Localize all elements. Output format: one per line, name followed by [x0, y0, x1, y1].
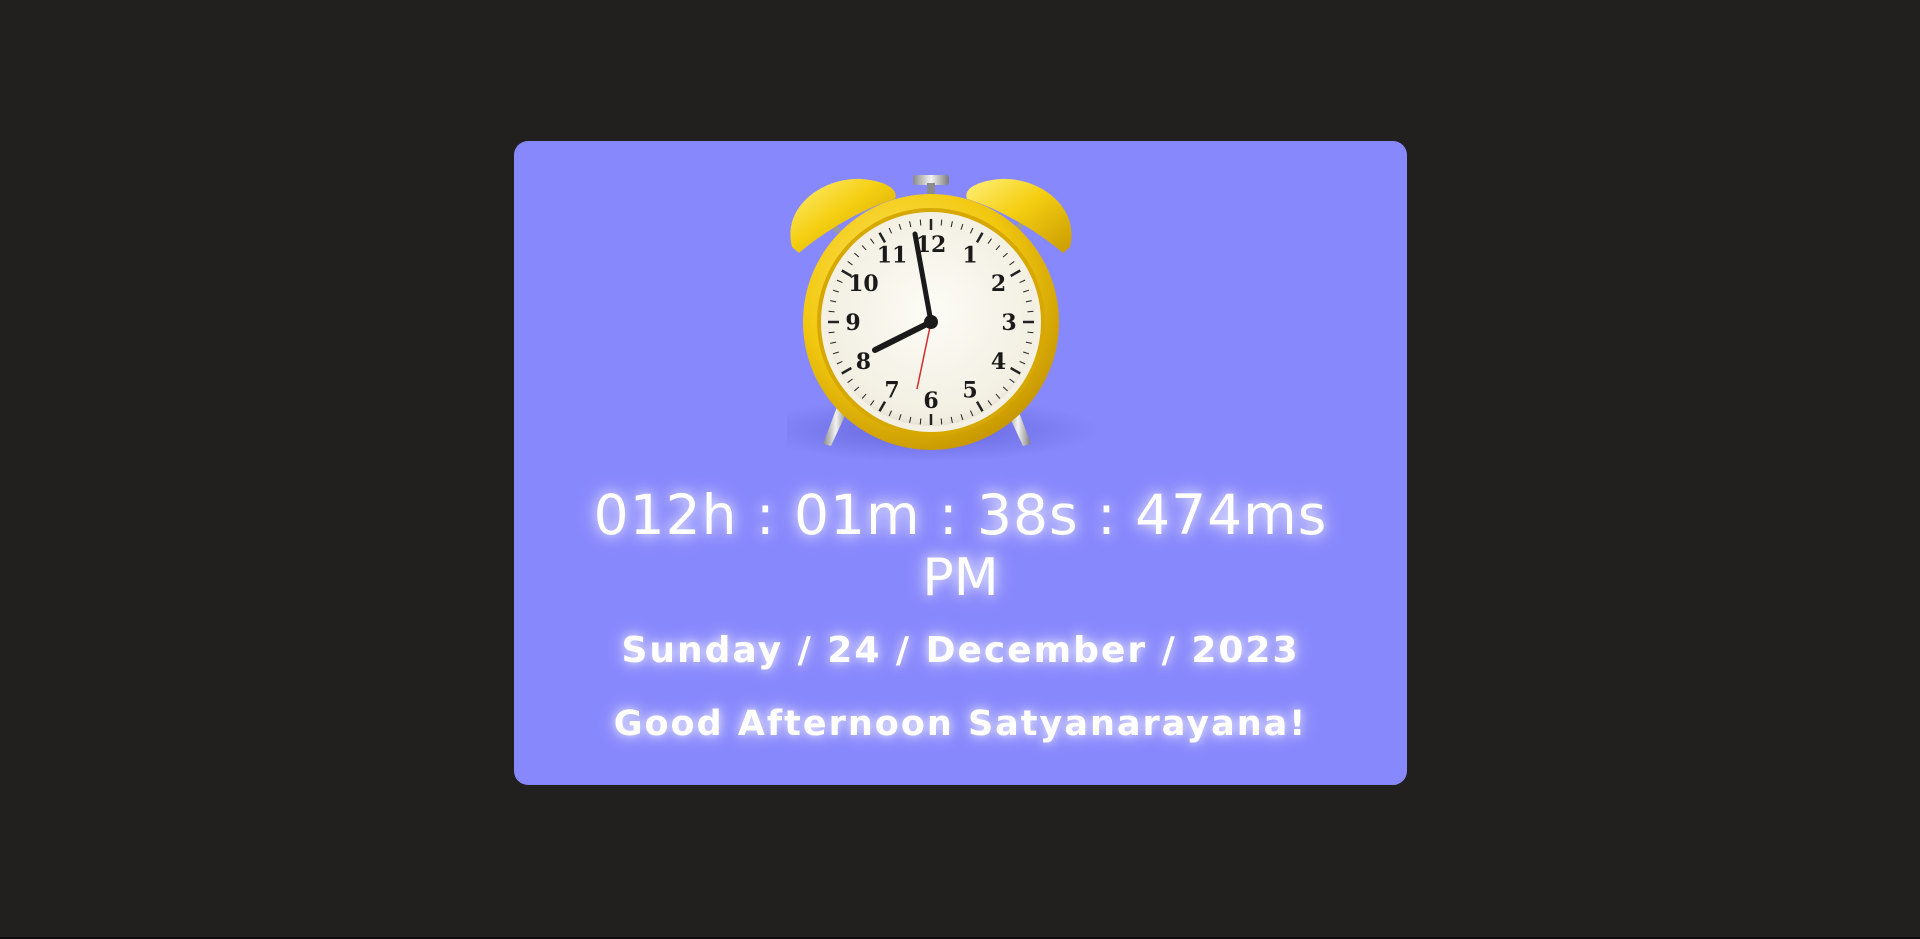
- clock-numeral: 1: [962, 242, 977, 268]
- time-display: 012h : 01m : 38s : 474ms: [593, 483, 1328, 547]
- meridiem-indicator: PM: [922, 548, 999, 608]
- greeting-message: Good Afternoon Satyanarayana!: [613, 704, 1308, 744]
- clock-numeral: 11: [877, 242, 908, 268]
- clock-minor-tick: [828, 310, 835, 313]
- clock-numeral: 7: [884, 378, 899, 404]
- clock-numeral: 9: [845, 310, 860, 336]
- clock-numeral: 8: [856, 349, 871, 375]
- clock-minor-tick: [828, 331, 835, 334]
- clock-card: 12 1 2 3 4 5 6 7 8 9 10 11 012h : 01m : 38s : 474ms…: [514, 141, 1407, 785]
- clock-numeral: 4: [991, 349, 1006, 375]
- page: 12 1 2 3 4 5 6 7 8 9 10 11 012h : 01m : 38s : 474ms…: [0, 0, 1920, 939]
- clock-center-pin: [924, 315, 938, 329]
- alarm-clock-icon: 12 1 2 3 4 5 6 7 8 9 10 11: [787, 157, 1137, 479]
- clock-numeral: 10: [848, 271, 879, 297]
- clock-numeral: 5: [962, 378, 977, 404]
- clock-numeral: 3: [1001, 310, 1016, 336]
- clock-numeral: 2: [991, 271, 1006, 297]
- clock-minor-tick: [919, 219, 922, 226]
- clock-minor-tick: [940, 219, 943, 226]
- clock-minor-tick: [1027, 310, 1034, 313]
- clock-minor-tick: [1027, 331, 1034, 334]
- clock-numeral: 6: [923, 388, 938, 414]
- clock-minor-tick: [919, 418, 922, 425]
- date-display: Sunday / 24 / December / 2023: [621, 630, 1300, 671]
- clock-minor-tick: [940, 418, 943, 425]
